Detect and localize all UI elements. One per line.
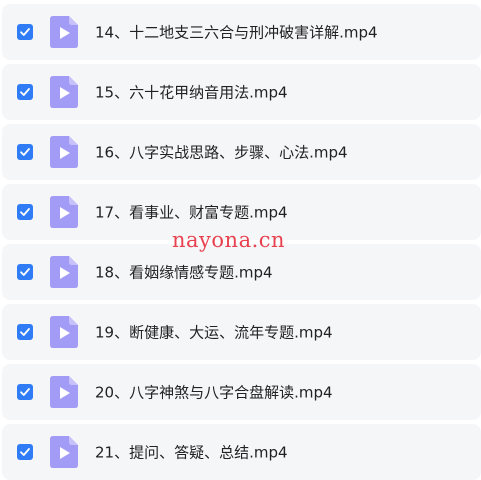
video-file-icon: [50, 196, 78, 228]
check-icon: [20, 148, 30, 156]
file-name: 17、看事业、财富专题.mp4: [95, 203, 288, 222]
file-name: 15、六十花甲纳音用法.mp4: [95, 83, 288, 102]
check-icon: [20, 448, 30, 456]
list-item[interactable]: 18、看姻缘情感专题.mp4: [2, 244, 481, 300]
video-file-icon: [50, 436, 78, 468]
checkbox[interactable]: [17, 84, 33, 100]
check-icon: [20, 88, 30, 96]
video-file-icon: [50, 256, 78, 288]
video-file-icon: [50, 16, 78, 48]
checkbox[interactable]: [17, 264, 33, 280]
watermark-text: nayona.cn: [172, 228, 286, 252]
list-item[interactable]: 21、提问、答疑、总结.mp4: [2, 424, 481, 480]
checkbox[interactable]: [17, 384, 33, 400]
checkbox[interactable]: [17, 204, 33, 220]
check-icon: [20, 208, 30, 216]
file-name: 14、十二地支三六合与刑冲破害详解.mp4: [95, 23, 378, 42]
list-item[interactable]: 16、八字实战思路、步骤、心法.mp4: [2, 124, 481, 180]
video-file-icon: [50, 76, 78, 108]
video-file-icon: [50, 316, 78, 348]
file-name: 16、八字实战思路、步骤、心法.mp4: [95, 143, 348, 162]
video-file-icon: [50, 376, 78, 408]
checkbox[interactable]: [17, 144, 33, 160]
file-list: 14、十二地支三六合与刑冲破害详解.mp4 15、六十花甲纳音用法.mp4 16…: [0, 0, 481, 480]
file-name: 20、八字神煞与八字合盘解读.mp4: [95, 383, 333, 402]
video-file-icon: [50, 136, 78, 168]
check-icon: [20, 268, 30, 276]
checkbox[interactable]: [17, 324, 33, 340]
list-item[interactable]: 20、八字神煞与八字合盘解读.mp4: [2, 364, 481, 420]
check-icon: [20, 328, 30, 336]
checkbox[interactable]: [17, 24, 33, 40]
check-icon: [20, 28, 30, 36]
list-item[interactable]: 19、断健康、大运、流年专题.mp4: [2, 304, 481, 360]
list-item[interactable]: 15、六十花甲纳音用法.mp4: [2, 64, 481, 120]
check-icon: [20, 388, 30, 396]
checkbox[interactable]: [17, 444, 33, 460]
file-name: 21、提问、答疑、总结.mp4: [95, 443, 288, 462]
list-item[interactable]: 14、十二地支三六合与刑冲破害详解.mp4: [2, 4, 481, 60]
file-name: 19、断健康、大运、流年专题.mp4: [95, 323, 333, 342]
file-name: 18、看姻缘情感专题.mp4: [95, 263, 273, 282]
